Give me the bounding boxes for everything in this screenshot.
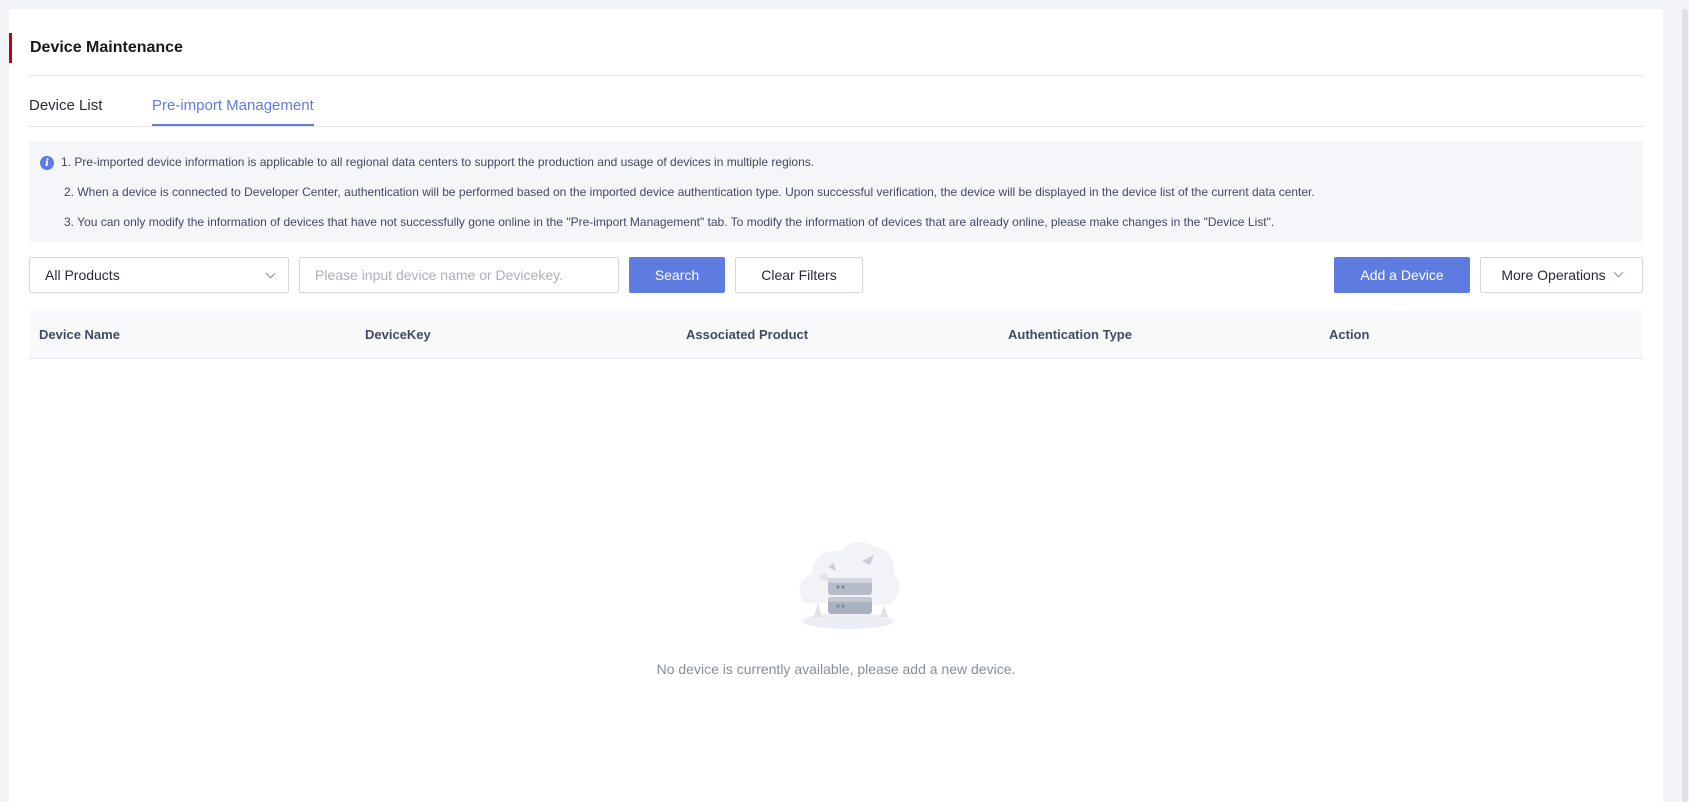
main-card: Device Maintenance Device List Pre-impor… (9, 9, 1663, 802)
search-input[interactable] (299, 257, 619, 293)
chevron-down-icon (1613, 267, 1624, 277)
notice-line-1: 1. Pre-imported device information is ap… (61, 155, 815, 169)
clear-filters-button[interactable]: Clear Filters (735, 257, 863, 293)
empty-state-icon (799, 541, 900, 629)
info-notice: i 1. Pre-imported device information is … (29, 141, 1643, 242)
tab-device-list[interactable]: Device List (29, 97, 102, 124)
tab-bar: Device List Pre-import Management (29, 89, 1643, 127)
column-authentication-type: Authentication Type (1008, 327, 1132, 342)
table-header: Device Name DeviceKey Associated Product… (29, 311, 1643, 359)
page-header: Device Maintenance (9, 33, 183, 63)
empty-state-message: No device is currently available, please… (656, 661, 1016, 677)
column-devicekey: DeviceKey (365, 327, 431, 342)
add-device-button[interactable]: Add a Device (1334, 257, 1470, 293)
title-accent-bar (9, 33, 12, 63)
product-select[interactable]: All Products (29, 257, 289, 293)
page-title: Device Maintenance (30, 39, 183, 56)
column-associated-product: Associated Product (686, 327, 809, 342)
scrollbar[interactable] (1680, 0, 1689, 802)
notice-line-2: 2. When a device is connected to Develop… (64, 185, 1315, 199)
more-operations-label: More Operations (1501, 267, 1606, 283)
column-device-name: Device Name (39, 327, 120, 342)
product-select-value: All Products (45, 267, 120, 283)
title-divider (29, 75, 1643, 76)
search-button[interactable]: Search (629, 257, 725, 293)
tab-pre-import-management[interactable]: Pre-import Management (152, 97, 314, 126)
chevron-down-icon (265, 268, 276, 279)
notice-line-3: 3. You can only modify the information o… (64, 215, 1275, 229)
more-operations-button[interactable]: More Operations (1480, 257, 1643, 293)
info-icon: i (40, 156, 54, 170)
scrollbar-thumb[interactable] (1682, 9, 1688, 802)
column-action: Action (1329, 327, 1370, 342)
